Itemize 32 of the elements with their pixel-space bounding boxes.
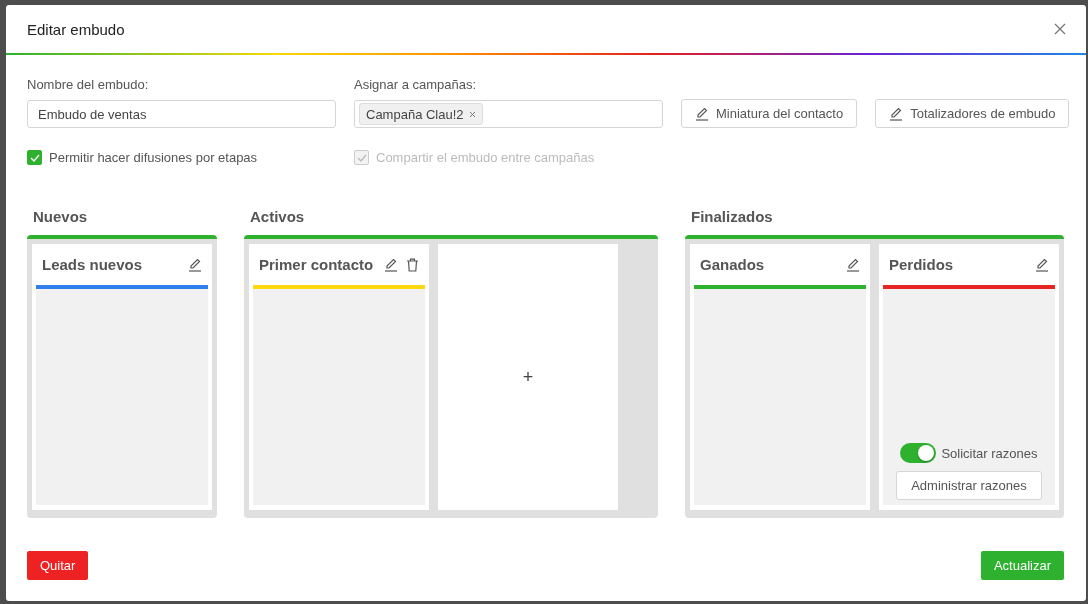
group-title: Finalizados [690,208,774,227]
pencil-icon[interactable] [384,257,398,272]
group-title: Activos [249,208,306,227]
toggle-label: Solicitar razones [941,445,1038,461]
name-input[interactable]: Embudo de ventas [27,100,336,128]
group-title: Nuevos [32,208,89,227]
checkbox-label: Compartir el embudo entre campañas [376,150,595,165]
stage-title: Perdidos [889,256,954,273]
close-icon[interactable] [1054,23,1066,35]
pencil-icon[interactable] [846,257,860,272]
pencil-icon[interactable] [188,257,202,272]
field-label: Asignar a campañas: [354,77,478,92]
pencil-icon[interactable] [695,106,709,121]
campaigns-input[interactable]: Campaña Clau!2 [354,100,663,128]
pencil-icon[interactable] [889,106,904,121]
campaign-name: Campaña Clau!2 [366,106,464,122]
remove-icon[interactable] [468,110,476,118]
trash-icon[interactable] [406,257,419,272]
toggle-switch[interactable] [900,443,937,463]
field-label: Nombre del embudo: [27,77,150,92]
pencil-icon[interactable] [1035,257,1049,272]
manage-reasons-button[interactable]: Administrar razones [896,471,1042,500]
dialog-title: Editar embudo [27,20,125,38]
edit-button[interactable]: Totalizadores de embudo [875,99,1070,128]
stage-title: Ganados [700,256,765,273]
checkbox[interactable] [27,150,42,165]
delete-button[interactable]: Quitar [27,551,89,580]
add-stage-button[interactable]: + [438,244,618,510]
edit-button[interactable]: Miniatura del contacto [681,99,858,128]
stage-title: Leads nuevos [42,256,143,273]
checkbox-label: Permitir hacer difusiones por etapas [49,150,258,165]
stage-title: Primer contacto [259,256,374,273]
